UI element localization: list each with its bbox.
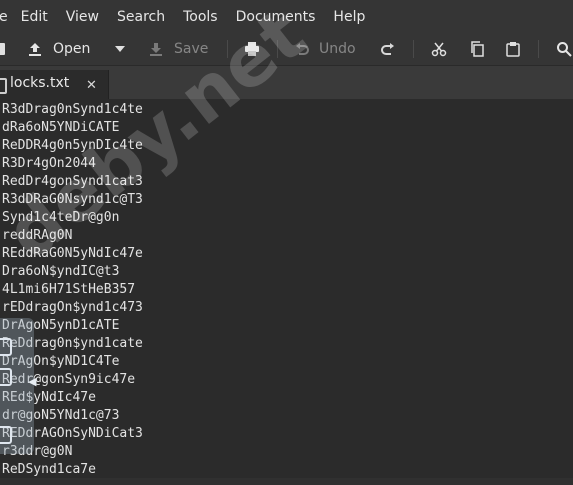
text-line: rEDdragOn$ynd1c473 <box>2 300 143 315</box>
dock-window-icon[interactable] <box>0 338 12 356</box>
toolbar-separator <box>538 40 539 58</box>
menu-documents[interactable]: Documents <box>236 9 316 25</box>
undo-label: Undo <box>319 41 356 57</box>
text-line: Dra6oN$yndIC@t3 <box>2 264 120 279</box>
save-download-icon <box>150 43 162 56</box>
menu-tools[interactable]: Tools <box>183 9 218 25</box>
copy-button[interactable] <box>470 33 484 65</box>
save-label: Save <box>174 41 209 57</box>
text-editor[interactable]: R3dDrag0nSynd1c4te dRa6oN5YNDiCATE ReDDR… <box>0 99 573 485</box>
tab-locks-txt[interactable]: locks.txt ✕ <box>0 70 109 99</box>
menu-edit[interactable]: Edit <box>21 9 48 25</box>
new-document-icon <box>0 43 5 55</box>
open-label: Open <box>53 41 91 57</box>
close-icon[interactable]: ✕ <box>86 78 97 93</box>
toolbar-separator <box>227 40 228 58</box>
redo-button[interactable] <box>381 33 395 65</box>
tab-bar: locks.txt ✕ <box>0 65 573 100</box>
copy-icon <box>471 41 484 57</box>
undo-button[interactable]: Undo <box>295 33 356 65</box>
text-line: dRa6oN5YNDiCATE <box>2 120 120 135</box>
scissors-icon <box>431 42 447 57</box>
text-line: ReDDR4g0n5ynDIc4te <box>2 138 143 153</box>
document-icon <box>0 78 7 94</box>
text-line: Synd1c4teDr@g0n <box>2 210 120 225</box>
clipboard-icon <box>506 42 520 57</box>
text-line: ReDSynd1ca7e <box>2 462 96 477</box>
open-upload-icon <box>29 43 41 56</box>
chevron-down-icon <box>115 46 125 52</box>
text-line: R3dDrag0nSynd1c4te <box>2 102 143 117</box>
save-button[interactable]: Save <box>148 33 208 65</box>
redo-icon <box>381 43 394 55</box>
open-button[interactable]: Open <box>27 33 90 65</box>
open-dropdown-button[interactable] <box>114 33 126 65</box>
dock-window-icon[interactable] <box>0 368 12 386</box>
text-line: 4L1mi6H71StHeB357 <box>2 282 136 297</box>
text-line: REddRaG0N5yNdIc47e <box>2 246 143 261</box>
bottom-scrollbar[interactable] <box>0 478 573 485</box>
menu-file[interactable]: e <box>0 9 8 25</box>
print-button[interactable] <box>244 33 260 65</box>
side-dock-overlay[interactable]: ◀ <box>0 318 36 454</box>
search-icon <box>557 42 572 57</box>
text-line: R3Dr4gOn2044 <box>2 156 96 171</box>
toolbar-separator <box>277 40 278 58</box>
tab-title: locks.txt <box>10 75 70 91</box>
collapse-arrow-icon[interactable]: ◀ <box>28 375 36 388</box>
find-button[interactable] <box>556 33 572 65</box>
undo-icon <box>296 43 309 55</box>
paste-button[interactable] <box>506 33 520 65</box>
text-line: reddRAg0N <box>2 228 73 243</box>
menu-bar: e Edit View Search Tools Documents Help <box>0 0 573 33</box>
new-document-button[interactable] <box>0 33 6 65</box>
text-line: R3dDRaG0Nsynd1c@T3 <box>2 192 143 207</box>
toolbar: Open Save Undo <box>0 33 573 65</box>
cut-button[interactable] <box>431 33 447 65</box>
menu-search[interactable]: Search <box>117 9 165 25</box>
menu-help[interactable]: Help <box>333 9 365 25</box>
toolbar-separator <box>413 40 414 58</box>
text-line: RedDr4gonSynd1cat3 <box>2 174 143 189</box>
dock-window-icon[interactable] <box>0 426 12 444</box>
printer-icon <box>245 42 259 56</box>
menu-view[interactable]: View <box>66 9 99 25</box>
